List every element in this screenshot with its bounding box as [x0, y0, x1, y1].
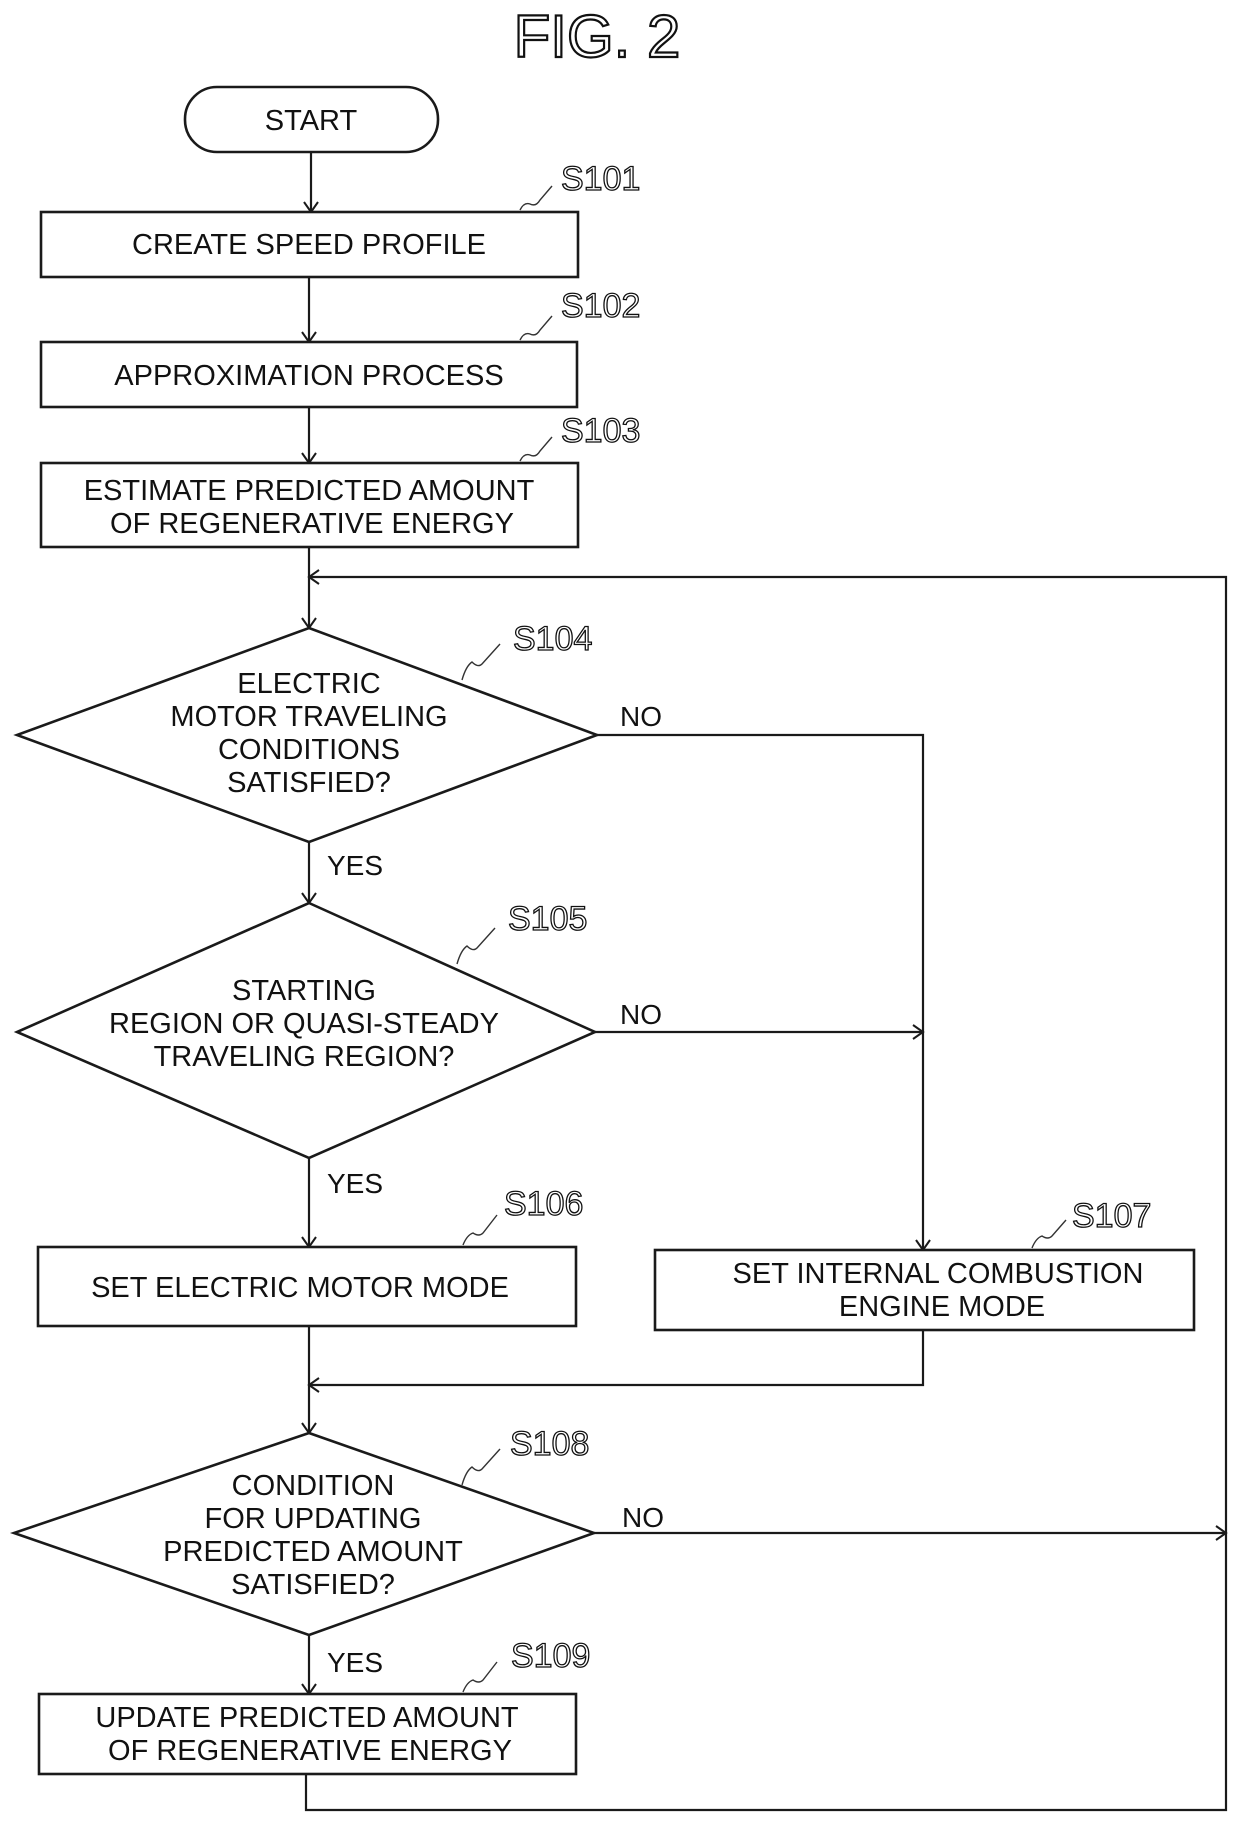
decision-text-line-3: CONDITIONS — [218, 734, 400, 766]
step-label-s101: S101 — [519, 159, 641, 211]
process-text-line-2: ENGINE MODE — [839, 1291, 1045, 1323]
leader-line — [456, 927, 496, 965]
decision-text-line-1: STARTING — [232, 975, 376, 1007]
step-number: S103 — [561, 412, 640, 450]
decision-text-line-2: FOR UPDATING — [205, 1503, 422, 1535]
edge-s104-s107-no — [597, 733, 925, 1250]
branch-label-no-s104: NO — [620, 701, 662, 732]
leader-line — [461, 643, 501, 681]
node-s106[interactable]: SET ELECTRIC MOTOR MODE — [36, 1245, 578, 1328]
node-s102[interactable]: APPROXIMATION PROCESS — [39, 340, 579, 409]
process-text-line-2: OF REGENERATIVE ENERGY — [110, 508, 514, 540]
flowchart: FIG. 2 START CREATE SPEED PROFILE APPROX… — [9, 2, 1228, 1812]
decision-text-line-4: SATISFIED? — [227, 767, 391, 799]
figure-title: FIG. 2 — [514, 3, 681, 70]
decision-text-line-2: MOTOR TRAVELING — [170, 701, 447, 733]
process-text-line-2: OF REGENERATIVE ENERGY — [108, 1735, 512, 1767]
branch-label-yes-s108: YES — [327, 1647, 383, 1678]
leader-line — [462, 1661, 498, 1693]
node-s104[interactable]: ELECTRIC MOTOR TRAVELING CONDITIONS SATI… — [13, 626, 601, 844]
step-label-s103: S103 — [519, 411, 641, 462]
leader-line — [519, 315, 553, 341]
decision-text-line-3: PREDICTED AMOUNT — [163, 1536, 463, 1568]
node-s109[interactable]: UPDATE PREDICTED AMOUNT OF REGENERATIVE … — [37, 1692, 578, 1776]
process-text: APPROXIMATION PROCESS — [114, 360, 503, 392]
branch-label-yes-s104: YES — [327, 850, 383, 881]
step-number: S102 — [561, 287, 640, 325]
node-s103[interactable]: ESTIMATE PREDICTED AMOUNT OF REGENERATIV… — [39, 461, 580, 549]
step-label-s104: S104 — [461, 619, 593, 681]
decision-text-line-3: TRAVELING REGION? — [154, 1041, 455, 1073]
branch-label-yes-s105: YES — [327, 1168, 383, 1199]
step-number: S109 — [511, 1637, 590, 1675]
step-label-s107: S107 — [1031, 1196, 1152, 1249]
step-number: S106 — [504, 1185, 583, 1223]
decision-text-line-2: REGION OR QUASI-STEADY — [109, 1008, 499, 1040]
process-text-line-1: SET INTERNAL COMBUSTION — [733, 1258, 1144, 1290]
step-label-s105: S105 — [456, 899, 588, 965]
decision-text-line-1: CONDITION — [232, 1470, 395, 1502]
node-start[interactable]: START — [183, 85, 440, 154]
node-s101[interactable]: CREATE SPEED PROFILE — [39, 210, 580, 279]
node-s105[interactable]: STARTING REGION OR QUASI-STEADY TRAVELIN… — [13, 901, 599, 1160]
step-number: S101 — [561, 160, 640, 198]
process-text-line-1: UPDATE PREDICTED AMOUNT — [95, 1702, 519, 1734]
branch-label-no-s108: NO — [622, 1502, 664, 1533]
step-label-s102: S102 — [519, 286, 641, 341]
edge-s107-merge — [309, 1330, 925, 1387]
branch-label-no-s105: NO — [620, 999, 662, 1030]
process-text: CREATE SPEED PROFILE — [132, 229, 486, 261]
process-text: SET ELECTRIC MOTOR MODE — [91, 1272, 509, 1304]
process-text-line-1: ESTIMATE PREDICTED AMOUNT — [84, 475, 535, 507]
step-label-s106: S106 — [462, 1184, 584, 1246]
leader-line — [1031, 1219, 1067, 1249]
decision-text-line-1: ELECTRIC — [237, 668, 380, 700]
step-label-s109: S109 — [462, 1636, 591, 1693]
leader-line — [461, 1448, 501, 1486]
step-label-s108: S108 — [461, 1424, 590, 1486]
decision-text-line-4: SATISFIED? — [231, 1569, 395, 1601]
step-number: S104 — [513, 620, 592, 658]
leader-line — [519, 185, 553, 211]
node-s107[interactable]: SET INTERNAL COMBUSTION ENGINE MODE — [653, 1248, 1196, 1332]
step-number: S105 — [508, 900, 587, 938]
arrowheads — [301, 201, 1228, 1696]
node-s108[interactable]: CONDITION FOR UPDATING PREDICTED AMOUNT … — [9, 1431, 598, 1637]
leader-line — [462, 1214, 498, 1246]
leader-line — [519, 436, 553, 462]
step-number: S108 — [510, 1425, 589, 1463]
step-number: S107 — [1072, 1197, 1151, 1235]
start-label: START — [265, 105, 358, 137]
